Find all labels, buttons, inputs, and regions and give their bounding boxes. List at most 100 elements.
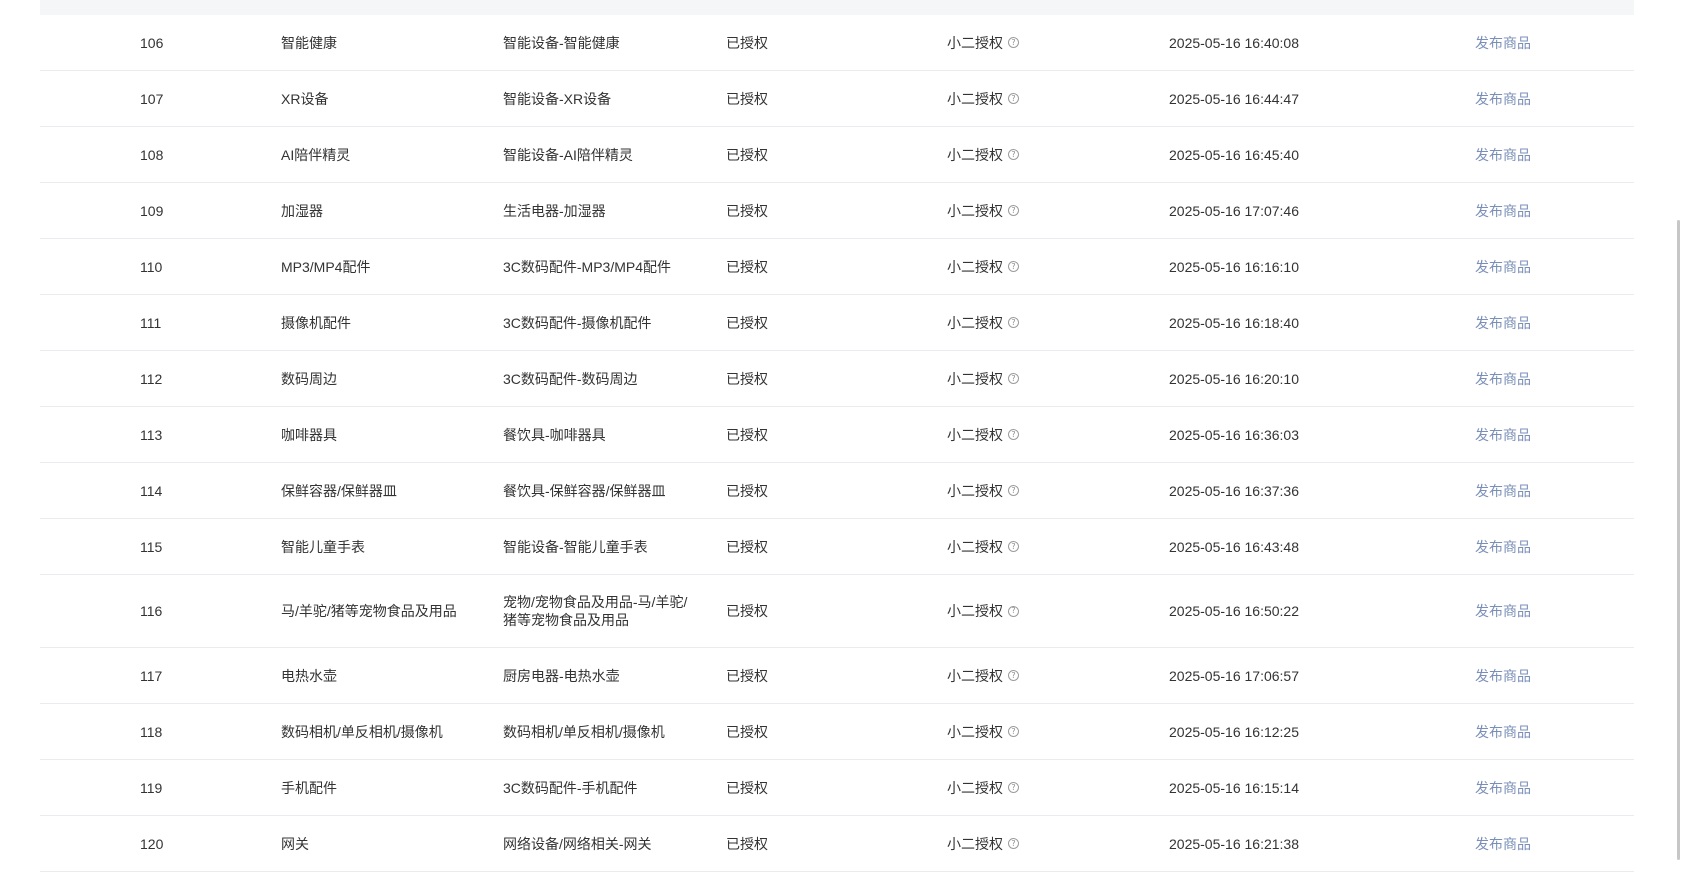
category-path: 智能设备-智能健康 xyxy=(503,34,620,51)
action-cell: 发布商品 xyxy=(1475,704,1575,759)
question-circle-icon[interactable]: ? xyxy=(1008,605,1019,617)
category-name: 马/羊驼/猪等宠物食品及用品 xyxy=(281,603,457,619)
publish-product-link[interactable]: 发布商品 xyxy=(1475,258,1531,276)
category-name: 保鲜容器/保鲜器皿 xyxy=(281,482,397,499)
authorization-type-label: 小二授权 xyxy=(947,603,1003,619)
authorization-type: 小二授权 ? xyxy=(947,816,1127,871)
authorization-type: 小二授权 ? xyxy=(947,704,1127,759)
category-path: 智能设备-XR设备 xyxy=(503,90,612,107)
row-id: 109 xyxy=(140,202,164,219)
question-circle-icon[interactable]: ? xyxy=(1008,541,1019,552)
table-row: 116 马/羊驼/猪等宠物食品及用品 宠物/宠物食品及用品-马/羊驼/猪等宠物食… xyxy=(40,575,1634,648)
authorization-status: 已授权 xyxy=(726,835,768,852)
publish-product-link[interactable]: 发布商品 xyxy=(1475,314,1531,332)
publish-product-link[interactable]: 发布商品 xyxy=(1475,835,1531,853)
table-row: 108 AI陪伴精灵 智能设备-AI陪伴精灵 已授权 小二授权 ? 2025-0… xyxy=(40,127,1634,183)
question-circle-icon[interactable]: ? xyxy=(1008,485,1019,496)
action-cell: 发布商品 xyxy=(1475,239,1575,294)
row-id: 106 xyxy=(140,34,164,51)
authorization-time: 2025-05-16 16:21:38 xyxy=(1169,835,1299,852)
question-circle-icon[interactable]: ? xyxy=(1008,261,1019,272)
authorized-category-table: 106 智能健康 智能设备-智能健康 已授权 小二授权 ? 2025-05-16… xyxy=(40,15,1634,872)
action-cell: 发布商品 xyxy=(1475,295,1575,350)
question-circle-icon[interactable]: ? xyxy=(1008,429,1019,440)
category-name: 手机配件 xyxy=(281,779,337,796)
action-cell: 发布商品 xyxy=(1475,463,1575,518)
action-cell: 发布商品 xyxy=(1475,648,1575,703)
table-row: 117 电热水壶 厨房电器-电热水壶 已授权 小二授权 ? 2025-05-16… xyxy=(40,648,1634,704)
authorization-type: 小二授权 ? xyxy=(947,407,1127,462)
publish-product-link[interactable]: 发布商品 xyxy=(1475,602,1531,620)
question-circle-icon[interactable]: ? xyxy=(1008,37,1019,48)
authorization-time: 2025-05-16 16:16:10 xyxy=(1169,258,1299,275)
row-id: 110 xyxy=(140,258,163,275)
category-name: 摄像机配件 xyxy=(281,314,351,331)
table-row: 119 手机配件 3C数码配件-手机配件 已授权 小二授权 ? 2025-05-… xyxy=(40,760,1634,816)
table-row: 118 数码相机/单反相机/摄像机 数码相机/单反相机/摄像机 已授权 小二授权… xyxy=(40,704,1634,760)
row-id: 114 xyxy=(140,482,163,499)
publish-product-link[interactable]: 发布商品 xyxy=(1475,34,1531,52)
publish-product-link[interactable]: 发布商品 xyxy=(1475,146,1531,164)
publish-product-link[interactable]: 发布商品 xyxy=(1475,90,1531,108)
authorization-type: 小二授权 ? xyxy=(947,575,1127,647)
authorization-status: 已授权 xyxy=(726,314,768,331)
publish-product-link[interactable]: 发布商品 xyxy=(1475,426,1531,444)
authorization-time: 2025-05-16 16:20:10 xyxy=(1169,370,1299,387)
authorization-time: 2025-05-16 16:36:03 xyxy=(1169,426,1299,443)
publish-product-link[interactable]: 发布商品 xyxy=(1475,723,1531,741)
question-circle-icon[interactable]: ? xyxy=(1008,149,1019,160)
category-name: MP3/MP4配件 xyxy=(281,258,371,275)
action-cell: 发布商品 xyxy=(1475,760,1575,815)
row-id: 116 xyxy=(140,603,163,619)
question-circle-icon[interactable]: ? xyxy=(1008,373,1019,384)
category-path: 3C数码配件-手机配件 xyxy=(503,779,638,796)
authorization-time: 2025-05-16 16:15:14 xyxy=(1169,779,1299,796)
category-path: 3C数码配件-MP3/MP4配件 xyxy=(503,258,672,275)
authorization-type: 小二授权 ? xyxy=(947,71,1127,126)
authorization-status: 已授权 xyxy=(726,370,768,387)
category-name: 加湿器 xyxy=(281,202,323,219)
question-circle-icon[interactable]: ? xyxy=(1008,317,1019,328)
publish-product-link[interactable]: 发布商品 xyxy=(1475,667,1531,685)
authorization-type-label: 小二授权 xyxy=(947,835,1003,852)
row-id: 118 xyxy=(140,723,163,740)
publish-product-link[interactable]: 发布商品 xyxy=(1475,482,1531,500)
action-cell: 发布商品 xyxy=(1475,519,1575,574)
category-path: 生活电器-加湿器 xyxy=(503,202,606,219)
publish-product-link[interactable]: 发布商品 xyxy=(1475,370,1531,388)
authorization-type-label: 小二授权 xyxy=(947,779,1003,796)
question-circle-icon[interactable]: ? xyxy=(1008,838,1019,849)
action-cell: 发布商品 xyxy=(1475,407,1575,462)
question-circle-icon[interactable]: ? xyxy=(1008,205,1019,216)
authorization-status: 已授权 xyxy=(726,90,768,107)
authorization-type: 小二授权 ? xyxy=(947,183,1127,238)
row-id: 111 xyxy=(140,314,162,331)
authorization-time: 2025-05-16 16:43:48 xyxy=(1169,538,1299,555)
table-row: 106 智能健康 智能设备-智能健康 已授权 小二授权 ? 2025-05-16… xyxy=(40,15,1634,71)
action-cell: 发布商品 xyxy=(1475,575,1575,647)
scrollbar-thumb[interactable] xyxy=(1677,220,1680,860)
action-cell: 发布商品 xyxy=(1475,351,1575,406)
category-path: 餐饮具-咖啡器具 xyxy=(503,426,606,443)
question-circle-icon[interactable]: ? xyxy=(1008,93,1019,104)
publish-product-link[interactable]: 发布商品 xyxy=(1475,779,1531,797)
row-id: 108 xyxy=(140,146,164,163)
authorization-type-label: 小二授权 xyxy=(947,370,1003,387)
publish-product-link[interactable]: 发布商品 xyxy=(1475,202,1531,220)
category-path: 厨房电器-电热水壶 xyxy=(503,667,620,684)
category-name: 数码周边 xyxy=(281,370,337,387)
question-circle-icon[interactable]: ? xyxy=(1008,782,1019,793)
authorization-type-label: 小二授权 xyxy=(947,314,1003,331)
authorization-status: 已授权 xyxy=(726,146,768,163)
vertical-scrollbar[interactable] xyxy=(1667,0,1682,876)
question-circle-icon[interactable]: ? xyxy=(1008,670,1019,681)
row-id: 119 xyxy=(140,779,163,796)
authorization-type-label: 小二授权 xyxy=(947,90,1003,107)
action-cell: 发布商品 xyxy=(1475,71,1575,126)
authorization-status: 已授权 xyxy=(726,538,768,555)
question-circle-icon[interactable]: ? xyxy=(1008,726,1019,737)
row-id: 113 xyxy=(140,426,163,443)
publish-product-link[interactable]: 发布商品 xyxy=(1475,538,1531,556)
authorization-type-label: 小二授权 xyxy=(947,146,1003,163)
table-row: 120 网关 网络设备/网络相关-网关 已授权 小二授权 ? 2025-05-1… xyxy=(40,816,1634,872)
